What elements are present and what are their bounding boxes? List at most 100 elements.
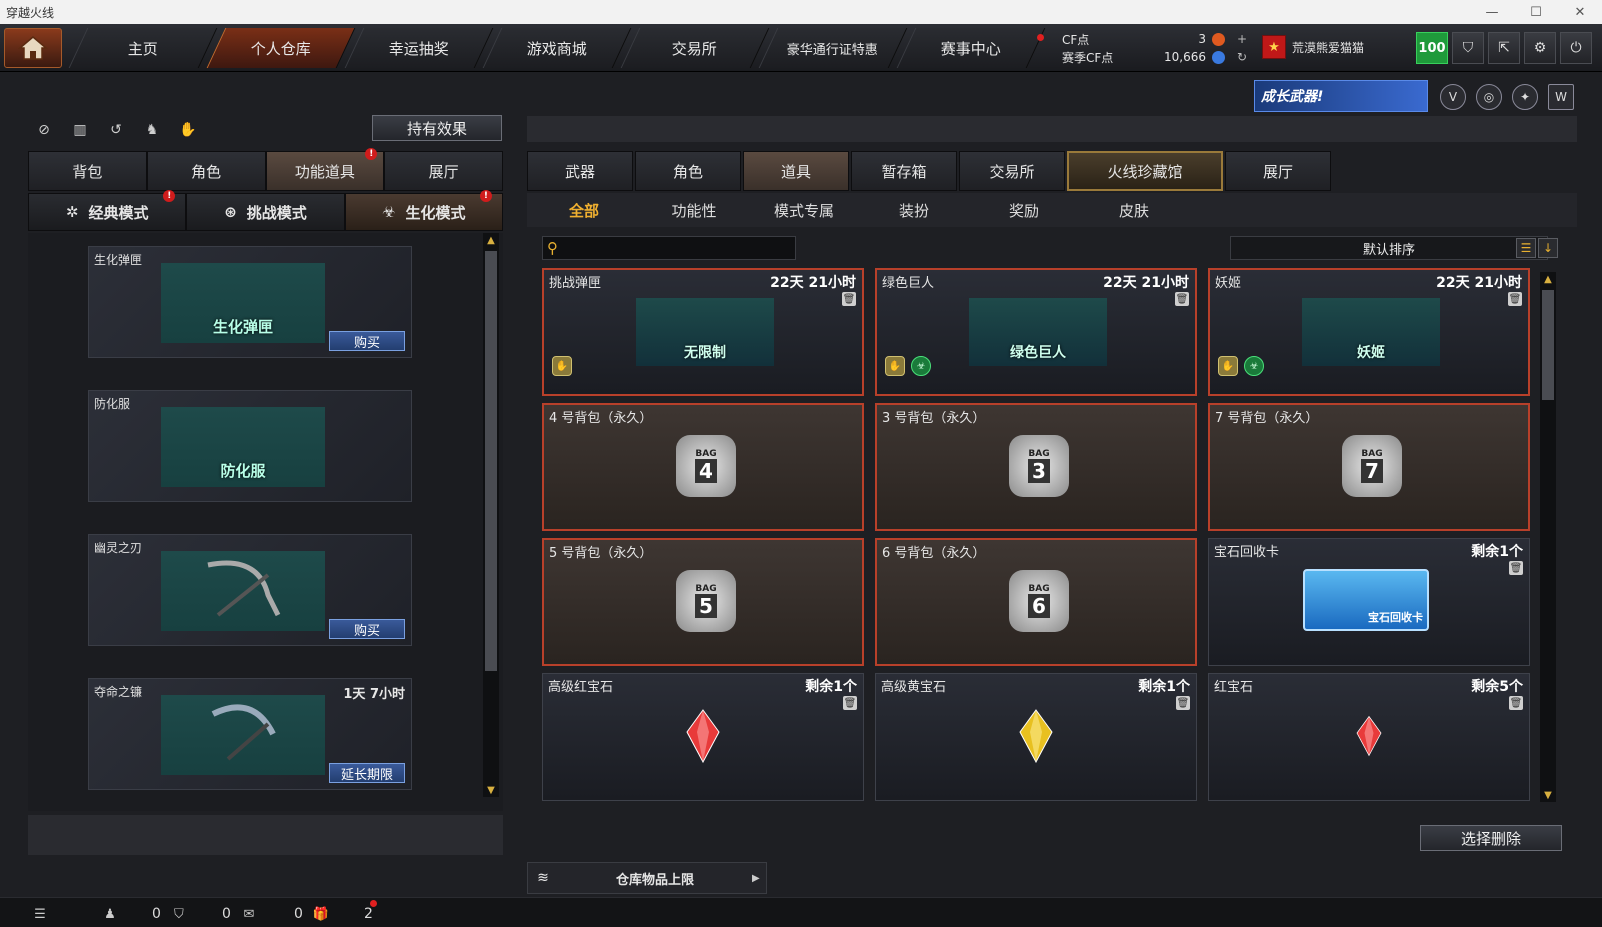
holding-effect-button[interactable]: 持有效果 bbox=[372, 115, 502, 141]
gear-icon[interactable]: ⚙ bbox=[1524, 32, 1556, 64]
grid-item[interactable]: 7 号背包（永久） BAG 7 bbox=[1208, 403, 1530, 531]
emblem-icon[interactable]: ✦ bbox=[1512, 84, 1538, 110]
tab-roles[interactable]: 角色 bbox=[635, 151, 741, 191]
grid-item[interactable]: 4 号背包（永久） BAG 4 bbox=[542, 403, 864, 531]
grid-item[interactable]: 宝石回收卡 剩余1个 🗑 宝石回收卡 bbox=[1208, 538, 1530, 666]
buy-button[interactable]: 购买 bbox=[329, 619, 405, 639]
export-icon[interactable]: ⇱ bbox=[1488, 32, 1520, 64]
gift-count: 2 bbox=[364, 906, 373, 922]
gift-icon[interactable]: 🎁 bbox=[311, 904, 331, 924]
tab-backpack[interactable]: 背包 bbox=[28, 151, 147, 191]
tab-collection[interactable]: 火线珍藏馆 bbox=[1067, 151, 1223, 191]
item-image: 妖姬 bbox=[1302, 298, 1440, 366]
clan-icon[interactable]: ⛉ bbox=[169, 904, 189, 924]
bag-icon: BAG 6 bbox=[1009, 570, 1069, 632]
tab-weapons[interactable]: 武器 bbox=[527, 151, 633, 191]
close-button[interactable]: ✕ bbox=[1558, 0, 1602, 24]
tab-challenge-mode[interactable]: ⊛ 挑战模式 bbox=[186, 193, 345, 231]
tab-props[interactable]: 道具 bbox=[743, 151, 849, 191]
sort-order-icon[interactable]: ↓ bbox=[1538, 238, 1558, 258]
trash-icon[interactable]: 🗑 bbox=[842, 292, 856, 306]
left-scrollbar[interactable]: ▲ ▼ bbox=[483, 233, 499, 797]
subtab-all[interactable]: 全部 bbox=[529, 193, 639, 227]
right-scrollbar[interactable]: ▲ ▼ bbox=[1540, 272, 1556, 802]
tab-bio-mode[interactable]: ☣ 生化模式 ! bbox=[344, 190, 503, 231]
nav-tab-shop[interactable]: 游戏商城 bbox=[482, 28, 632, 68]
nav-tab-pass[interactable]: 豪华通行证特惠 bbox=[758, 28, 908, 68]
stats-icon[interactable]: ▥ bbox=[66, 116, 94, 144]
person-icon[interactable]: ♞ bbox=[138, 116, 166, 144]
scroll-down-icon[interactable]: ▼ bbox=[483, 783, 499, 797]
list-view-icon[interactable]: ☰ bbox=[1516, 238, 1536, 258]
scroll-down-icon[interactable]: ▼ bbox=[1540, 788, 1556, 802]
list-item[interactable]: 生化弹匣 生化弹匣 购买 bbox=[88, 246, 412, 358]
list-item[interactable]: 幽灵之刃 购买 bbox=[88, 534, 412, 646]
select-delete-button[interactable]: 选择删除 bbox=[1420, 825, 1562, 851]
grid-item[interactable]: 挑战弹匣 22天 21小时 🗑 无限制 ✋ bbox=[542, 268, 864, 396]
list-item[interactable]: 防化服 防化服 bbox=[88, 390, 412, 502]
season-cf-value: 10,666 bbox=[1164, 50, 1206, 64]
trash-icon[interactable]: 🗑 bbox=[1508, 292, 1522, 306]
grid-item[interactable]: 绿色巨人 22天 21小时 🗑 绿色巨人 ✋ ☣ bbox=[875, 268, 1197, 396]
nav-tab-home[interactable]: 主页 bbox=[68, 28, 218, 68]
subtab-rewards[interactable]: 奖励 bbox=[969, 193, 1079, 227]
menu-icon[interactable]: ☰ bbox=[30, 904, 50, 924]
friends-icon[interactable]: ♟ bbox=[100, 904, 120, 924]
scroll-thumb[interactable] bbox=[1542, 290, 1554, 400]
trash-icon[interactable]: 🗑 bbox=[1509, 561, 1523, 575]
minimize-button[interactable]: — bbox=[1470, 0, 1514, 24]
player-info[interactable]: ★ 荒漠熊爱猫猫 bbox=[1262, 32, 1412, 62]
grid-item[interactable]: 高级黄宝石 剩余1个 🗑 bbox=[875, 673, 1197, 801]
w-logo-icon[interactable]: W bbox=[1548, 84, 1574, 110]
tab-storage-box[interactable]: 暂存箱 bbox=[851, 151, 957, 191]
chat-icon[interactable]: ✉ bbox=[239, 904, 259, 924]
home-button[interactable] bbox=[4, 28, 62, 68]
power-icon[interactable]: ⏻ bbox=[1560, 32, 1592, 64]
scroll-thumb[interactable] bbox=[485, 251, 497, 671]
growth-weapon-banner[interactable]: 成长武器! bbox=[1254, 80, 1428, 112]
buy-button[interactable]: 购买 bbox=[329, 331, 405, 351]
nav-tab-exchange[interactable]: 交易所 bbox=[620, 28, 770, 68]
trash-icon[interactable]: 🗑 bbox=[1509, 696, 1523, 710]
scroll-up-icon[interactable]: ▲ bbox=[1540, 272, 1556, 286]
nav-tab-events[interactable]: 赛事中心 bbox=[896, 28, 1046, 68]
history-icon[interactable]: ↺ bbox=[102, 116, 130, 144]
globe-icon[interactable]: ◎ bbox=[1476, 84, 1502, 110]
tab-classic-mode[interactable]: ✲ 经典模式 ! bbox=[28, 190, 187, 231]
toggle-off-icon[interactable]: ⊘ bbox=[30, 116, 58, 144]
subtab-functional[interactable]: 功能性 bbox=[639, 193, 749, 227]
sort-dropdown[interactable]: 默认排序 bbox=[1230, 236, 1548, 260]
maximize-button[interactable]: ☐ bbox=[1514, 0, 1558, 24]
item-image: 生化弹匣 bbox=[161, 263, 325, 343]
subtab-cosmetic[interactable]: 装扮 bbox=[859, 193, 969, 227]
mouse-icon[interactable]: ✋ bbox=[174, 116, 202, 144]
capacity-bar[interactable]: ≋ 仓库物品上限 ▶ bbox=[527, 862, 767, 894]
grid-item[interactable]: 妖姬 22天 21小时 🗑 妖姬 ✋ ☣ bbox=[1208, 268, 1530, 396]
refresh-button[interactable]: ↻ bbox=[1237, 50, 1247, 64]
tab-exchange[interactable]: 交易所 bbox=[959, 151, 1065, 191]
add-cf-button[interactable]: + bbox=[1237, 32, 1247, 46]
nav-tab-lottery[interactable]: 幸运抽奖 bbox=[344, 28, 494, 68]
tab-showroom[interactable]: 展厅 bbox=[384, 151, 503, 191]
tab-character[interactable]: 角色 bbox=[146, 151, 266, 191]
trash-icon[interactable]: 🗑 bbox=[843, 696, 857, 710]
tab-function-items[interactable]: 功能道具 ! bbox=[265, 148, 385, 191]
grid-item[interactable]: 高级红宝石 剩余1个 🗑 bbox=[542, 673, 864, 801]
item-name: 高级红宝石 bbox=[548, 680, 614, 695]
scroll-up-icon[interactable]: ▲ bbox=[483, 233, 499, 247]
subtab-skins[interactable]: 皮肤 bbox=[1079, 193, 1189, 227]
shield-icon[interactable]: ⛉ bbox=[1452, 32, 1484, 64]
badge-v-icon[interactable]: V bbox=[1440, 84, 1466, 110]
grid-item[interactable]: 6 号背包（永久） BAG 6 bbox=[875, 538, 1197, 666]
grid-item[interactable]: 3 号背包（永久） BAG 3 bbox=[875, 403, 1197, 531]
trash-icon[interactable]: 🗑 bbox=[1175, 292, 1189, 306]
nav-tab-warehouse[interactable]: 个人仓库 bbox=[206, 28, 356, 68]
grid-item[interactable]: 红宝石 剩余5个 🗑 bbox=[1208, 673, 1530, 801]
tab-hall[interactable]: 展厅 bbox=[1225, 151, 1331, 191]
trash-icon[interactable]: 🗑 bbox=[1176, 696, 1190, 710]
list-item[interactable]: 夺命之镰 1天 7小时 延长期限 bbox=[88, 678, 412, 790]
subtab-mode-exclusive[interactable]: 模式专属 bbox=[749, 193, 859, 227]
extend-button[interactable]: 延长期限 bbox=[329, 763, 405, 783]
search-input[interactable]: ⚲ bbox=[542, 236, 796, 260]
grid-item[interactable]: 5 号背包（永久） BAG 5 bbox=[542, 538, 864, 666]
